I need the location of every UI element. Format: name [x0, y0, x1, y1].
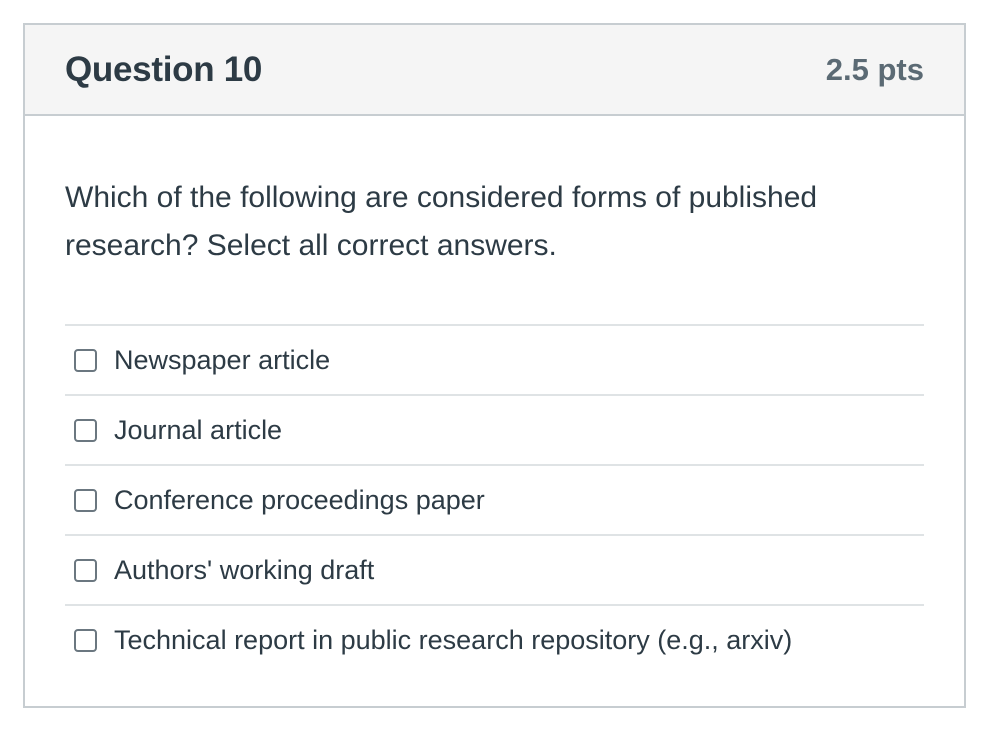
answer-checkbox[interactable]	[74, 488, 97, 512]
answer-checkbox[interactable]	[74, 348, 97, 372]
question-card: Question 10 2.5 pts Which of the followi…	[23, 23, 966, 708]
answer-checkbox[interactable]	[74, 418, 97, 442]
question-text: Which of the following are considered fo…	[65, 181, 818, 262]
question-title: Question 10	[65, 49, 263, 89]
answer-label[interactable]: Newspaper article	[114, 345, 330, 376]
answer-checkbox[interactable]	[74, 558, 97, 582]
question-points: 2.5 pts	[825, 51, 924, 87]
question-body: Which of the following are considered fo…	[25, 116, 964, 674]
question-header: Question 10 2.5 pts	[25, 25, 964, 116]
answer-checkbox[interactable]	[74, 628, 97, 652]
answer-list: Newspaper article Journal article Confer…	[65, 324, 924, 674]
answer-option[interactable]: Conference proceedings paper	[65, 466, 924, 536]
answer-label[interactable]: Authors' working draft	[114, 555, 374, 586]
answer-label[interactable]: Technical report in public research repo…	[114, 625, 792, 656]
answer-option[interactable]: Newspaper article	[65, 326, 924, 396]
answer-label[interactable]: Journal article	[114, 415, 282, 446]
answer-option[interactable]: Journal article	[65, 396, 924, 466]
answer-option[interactable]: Technical report in public research repo…	[65, 606, 924, 674]
answer-label[interactable]: Conference proceedings paper	[114, 485, 485, 516]
answer-option[interactable]: Authors' working draft	[65, 536, 924, 606]
